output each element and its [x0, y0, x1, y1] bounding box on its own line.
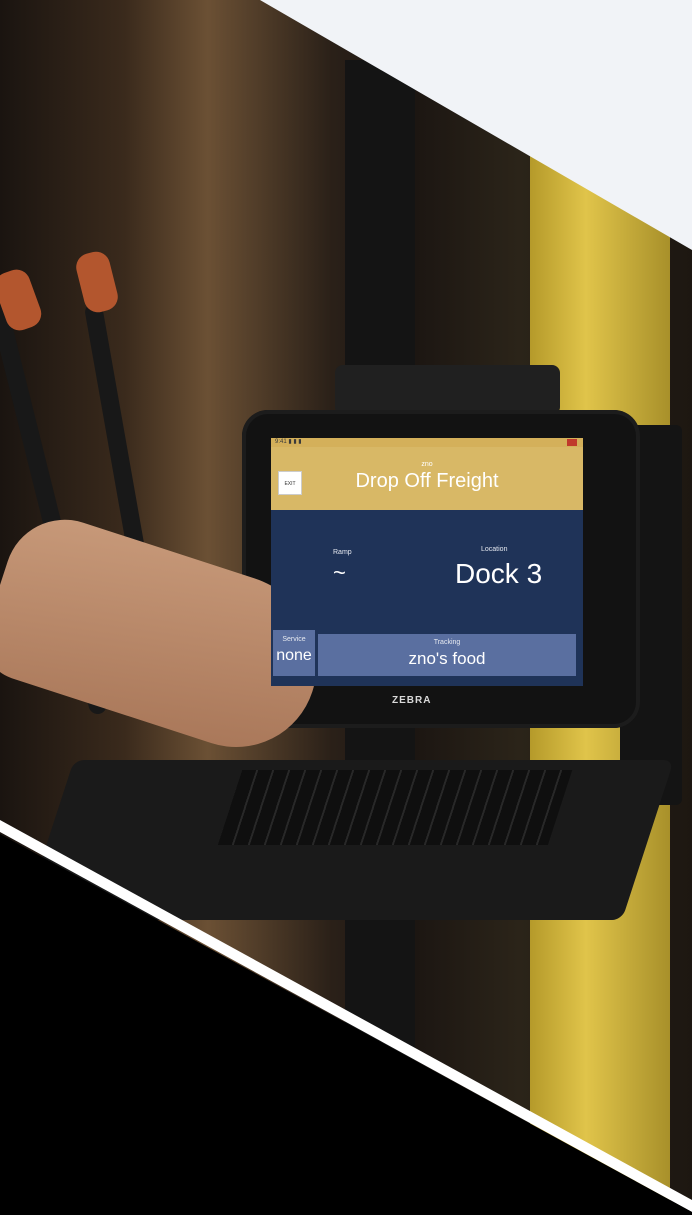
service-label: Service [282, 636, 306, 643]
ramp-value: ~ [333, 560, 346, 585]
location-label: Location [481, 546, 508, 553]
ramp-label: Ramp [333, 549, 352, 556]
notification-icon [567, 439, 577, 446]
tracking-button[interactable]: Tracking zno's food [318, 634, 576, 676]
tracking-value: zno's food [408, 649, 486, 668]
tablet-screen: 9:41 ▮ ▮ ▮ EXIT zno Drop Off Freight Ram… [271, 438, 583, 686]
tracking-label: Tracking [433, 639, 461, 646]
screen-title: Drop Off Freight [355, 470, 499, 492]
service-value: none [276, 647, 312, 664]
status-bar-text: 9:41 ▮ ▮ ▮ [275, 439, 302, 445]
location-value: Dock 3 [455, 558, 543, 589]
keyboard-keys [217, 770, 573, 845]
app-name: zno [421, 461, 433, 468]
mount-cradle [335, 365, 560, 415]
screen-header: EXIT zno Drop Off Freight [271, 447, 583, 510]
status-bar: 9:41 ▮ ▮ ▮ [271, 438, 583, 447]
service-button[interactable]: Service none [273, 630, 315, 676]
lever-knob [73, 248, 121, 316]
